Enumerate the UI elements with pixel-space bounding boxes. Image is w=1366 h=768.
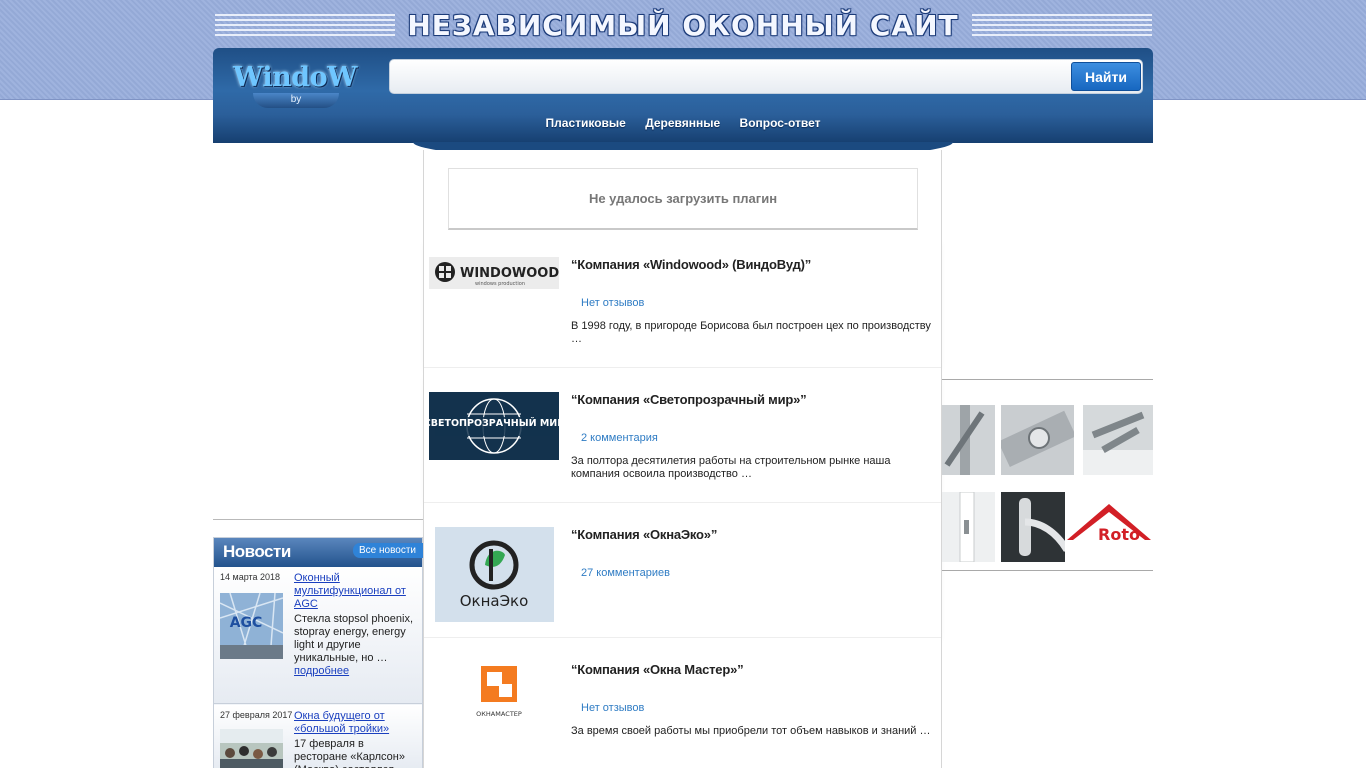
news-thumbnail[interactable]: AGC bbox=[220, 593, 283, 659]
company-card-oknaeko[interactable]: ОкнаЭко “Компания «ОкнаЭко»” 27 коммента… bbox=[424, 503, 941, 638]
roto-brand-text: Roto bbox=[1098, 525, 1140, 544]
company-logo-svetoprozrachny[interactable]: СВЕТОПРОЗРАЧНЫЙ МИР bbox=[429, 392, 559, 460]
site-logo[interactable]: WindoW by bbox=[233, 62, 359, 112]
news-more-link[interactable]: подробнее bbox=[294, 665, 349, 677]
gallery-image-window-frame[interactable] bbox=[942, 492, 995, 562]
news-summary: Стекла stopsol phoenix, stopray energy, … bbox=[294, 613, 414, 664]
windowood-logo-text: WINDOWOOD bbox=[460, 266, 559, 281]
company-card-oknamaster[interactable]: ОКНАМАСТЕР “Компания «Окна Мастер»” Нет … bbox=[424, 638, 941, 768]
news-widget: Новости Все новости 14 марта 2018 AGC Ок… bbox=[213, 537, 423, 768]
gallery-image-lock-cylinder[interactable] bbox=[1001, 405, 1074, 475]
nav-item-faq[interactable]: Вопрос-ответ bbox=[740, 116, 821, 130]
news-item: 14 марта 2018 AGC Оконный мультифункцион… bbox=[214, 567, 422, 704]
gallery-image-fitting[interactable] bbox=[1083, 405, 1153, 475]
agc-logo-text: AGC bbox=[230, 615, 263, 631]
company-comments[interactable]: Нет отзывов bbox=[581, 702, 644, 714]
svetoprozrachny-logo-text: СВЕТОПРОЗРАЧНЫЙ МИР bbox=[429, 417, 559, 429]
site-title: НЕЗАВИСИМЫЙ ОКОННЫЙ САЙТ bbox=[407, 9, 959, 42]
company-title[interactable]: “Компания «Светопрозрачный мир»” bbox=[571, 392, 807, 407]
banner-stripes-right bbox=[972, 14, 1152, 38]
logo-wordmark: WindoW bbox=[233, 62, 357, 93]
company-title[interactable]: “Компания «ОкнаЭко»” bbox=[571, 527, 717, 542]
search-button[interactable]: Найти bbox=[1071, 62, 1141, 91]
right-gallery-divider-top bbox=[942, 379, 1153, 380]
company-title[interactable]: “Компания «Windowood» (ВиндоВуд)” bbox=[571, 257, 811, 272]
news-thumbnail[interactable] bbox=[220, 729, 283, 768]
news-title: Новости bbox=[223, 542, 291, 561]
news-date: 14 марта 2018 bbox=[220, 572, 281, 582]
windowood-logo-subtext: windows production bbox=[475, 281, 525, 287]
news-header: Новости Все новости bbox=[214, 538, 423, 567]
news-link[interactable]: Оконный мультифункционал от AGC bbox=[294, 572, 414, 611]
oknamaster-logo-text: ОКНАМАСТЕР bbox=[476, 710, 522, 718]
main-nav: Пластиковые Деревянные Вопрос-ответ bbox=[213, 116, 1153, 134]
company-comments[interactable]: Нет отзывов bbox=[581, 297, 644, 309]
company-comments[interactable]: 27 комментариев bbox=[581, 567, 670, 579]
gallery-brand-roto[interactable]: Roto bbox=[1065, 492, 1153, 562]
company-card-windowood[interactable]: WINDOWOOD windows production “Компания «… bbox=[424, 233, 941, 368]
nav-item-wooden[interactable]: Деревянные bbox=[645, 116, 720, 130]
company-comments[interactable]: 2 комментария bbox=[581, 432, 658, 444]
company-logo-windowood[interactable]: WINDOWOOD windows production bbox=[429, 257, 559, 289]
news-summary: 17 февраля в ресторане «Карлсон» (Москва… bbox=[294, 738, 405, 768]
plugin-error-message: Не удалось загрузить плагин bbox=[588, 191, 778, 206]
logo-suffix: by bbox=[253, 93, 339, 108]
nav-item-plastic[interactable]: Пластиковые bbox=[546, 116, 626, 130]
left-sidebar-divider bbox=[213, 519, 423, 520]
right-gallery-divider-bottom bbox=[942, 570, 1153, 571]
oknaeko-logo-text: ОкнаЭко bbox=[460, 592, 529, 610]
all-news-button[interactable]: Все новости bbox=[353, 543, 423, 558]
news-date: 27 февраля 2017 bbox=[220, 710, 293, 720]
news-item: 27 февраля 2017 Окна будущего от «большо… bbox=[214, 705, 422, 768]
company-description: За полтора десятилетия работы на строите… bbox=[571, 455, 891, 480]
news-link[interactable]: Окна будущего от «большой тройки» bbox=[294, 710, 414, 736]
company-logo-oknamaster[interactable]: ОКНАМАСТЕР bbox=[429, 662, 559, 722]
banner-stripes-left bbox=[215, 14, 395, 38]
gallery-image-hinge[interactable] bbox=[942, 405, 995, 475]
site-banner: НЕЗАВИСИМЫЙ ОКОННЫЙ САЙТ bbox=[0, 8, 1366, 44]
plugin-error-box: Не удалось загрузить плагин bbox=[448, 168, 918, 230]
company-description: За время своей работы мы приобрели тот о… bbox=[571, 725, 931, 737]
company-title[interactable]: “Компания «Окна Мастер»” bbox=[571, 662, 744, 677]
gallery-image-handle[interactable] bbox=[1001, 492, 1074, 562]
search-input[interactable] bbox=[392, 62, 1068, 91]
company-card-svetoprozrachny[interactable]: СВЕТОПРОЗРАЧНЫЙ МИР “Компания «Светопроз… bbox=[424, 368, 941, 503]
company-description: В 1998 году, в пригороде Борисова был по… bbox=[571, 320, 931, 345]
company-logo-oknaeko[interactable]: ОкнаЭко bbox=[435, 527, 554, 622]
